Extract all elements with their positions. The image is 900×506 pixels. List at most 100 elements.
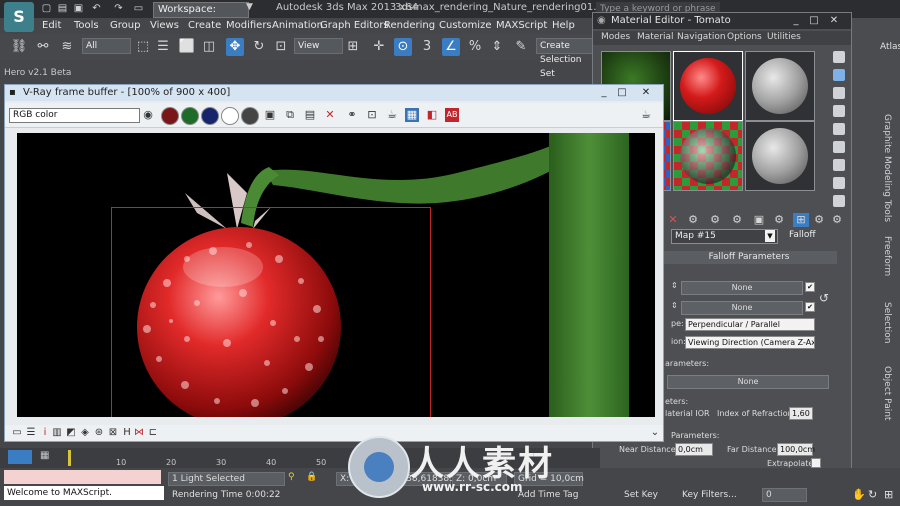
minimize-icon[interactable]: _ (789, 14, 803, 27)
render-region-box[interactable] (111, 207, 431, 417)
reset-map-icon[interactable]: ⚙ (707, 213, 723, 227)
maximize-viewport-icon[interactable]: ⊞ (884, 488, 893, 501)
window-crossing-icon[interactable]: ◫ (200, 38, 218, 56)
key-filters-button[interactable]: Key Filters... (682, 490, 737, 500)
tab-graphite-modeling-tools[interactable]: Graphite Modeling Tools (882, 114, 892, 222)
orbit-icon[interactable]: ↻ (868, 488, 877, 501)
material-id-icon[interactable]: ⚙ (771, 213, 787, 227)
track-mouse-icon[interactable]: ⚭ (345, 108, 359, 122)
curve-icon[interactable]: ◩ (65, 427, 77, 439)
rollup-falloff-parameters[interactable]: Falloff Parameters (661, 251, 837, 264)
menu-options[interactable]: Options (727, 32, 762, 42)
render-canvas[interactable] (17, 133, 655, 417)
minimize-icon[interactable]: _ (597, 86, 611, 99)
menu-edit[interactable]: Edit (42, 20, 61, 31)
front-map-checkbox[interactable]: ✔ (805, 282, 815, 292)
keyboard-shortcut-override-icon[interactable]: ⊙ (394, 38, 412, 56)
edit-named-selection-icon[interactable]: ✎ (512, 38, 530, 56)
material-map-navigator-icon[interactable] (833, 195, 845, 207)
falloff-direction-dropdown[interactable]: Viewing Direction (Camera Z-Axis) (685, 336, 815, 349)
far-distance-input[interactable]: 100,0cm (777, 443, 815, 456)
put-to-library-icon[interactable]: ▣ (751, 213, 767, 227)
maxscript-listener-input[interactable] (4, 470, 161, 484)
undo-icon[interactable]: ↶ (90, 3, 103, 15)
blue-channel-icon[interactable] (201, 107, 219, 125)
make-preview-icon[interactable] (833, 141, 845, 153)
redo-icon[interactable]: ↷ (112, 3, 125, 15)
material-slot-6[interactable] (745, 121, 815, 191)
options-icon[interactable] (833, 159, 845, 171)
select-object-icon[interactable]: ⬚ (134, 38, 152, 56)
channel-dropdown[interactable]: RGB color (9, 108, 140, 123)
object-map-button[interactable]: None (667, 375, 829, 389)
srgb-icon[interactable]: ⊠ (107, 427, 119, 439)
swap-icon[interactable]: ↺ (819, 291, 829, 305)
teapot-render-icon[interactable]: ☕ (639, 108, 653, 122)
tab-freeform[interactable]: Freeform (882, 236, 892, 276)
map-type-button[interactable]: Falloff (789, 230, 816, 240)
menu-maxscript[interactable]: MAXScript (496, 20, 547, 31)
spinner-icon-2[interactable]: ⇕ (671, 301, 678, 310)
history-icon[interactable]: H (121, 427, 133, 439)
open-file-icon[interactable]: ▤ (56, 3, 69, 15)
rgb-channel-icon[interactable]: ◉ (141, 108, 155, 122)
menu-tools[interactable]: Tools (74, 20, 99, 31)
menu-modes[interactable]: Modes (601, 32, 630, 42)
sample-type-icon[interactable] (833, 51, 845, 63)
show-corrections-icon[interactable]: ▭ (11, 427, 23, 439)
ab-compare-icon[interactable]: AB (445, 108, 459, 122)
absolute-mode-icon[interactable]: 🔒 (306, 472, 317, 482)
green-channel-icon[interactable] (181, 107, 199, 125)
current-frame-field[interactable]: 0 (762, 488, 807, 502)
named-selection-input[interactable]: Create Selection Set (536, 38, 597, 79)
clear-image-icon[interactable]: ▤ (303, 108, 317, 122)
new-file-icon[interactable]: ▢ (40, 3, 53, 15)
save-file-icon[interactable]: ▣ (72, 3, 85, 15)
menu-customize[interactable]: Customize (439, 20, 492, 31)
workspace-dropdown[interactable]: Workspace: Default (153, 2, 249, 29)
maxscript-listener-output[interactable]: Welcome to MAXScript. (4, 486, 164, 500)
menu-material[interactable]: Material (637, 32, 674, 42)
timeline-slider-left[interactable] (8, 450, 32, 464)
ref-coord-dropdown[interactable]: View (294, 38, 343, 54)
compare-icon[interactable]: ⋈ (133, 427, 145, 439)
go-to-parent-icon[interactable]: ⚙ (811, 213, 827, 227)
save-image-icon[interactable]: ▣ (263, 108, 277, 122)
select-by-name-icon[interactable]: ☰ (154, 38, 172, 56)
pan-view-icon[interactable]: ✋ (852, 488, 866, 501)
tab-atlas[interactable]: Atlas (880, 42, 900, 52)
pixel-info-icon[interactable]: ☰ (25, 427, 37, 439)
menu-rendering[interactable]: Rendering (384, 20, 435, 31)
side-map-checkbox[interactable]: ✔ (805, 302, 815, 312)
info-icon[interactable]: i (39, 427, 51, 439)
select-manipulate-icon[interactable]: ✛ (370, 38, 388, 56)
pivot-center-icon[interactable]: ⊞ (344, 38, 362, 56)
video-color-check-icon[interactable] (833, 123, 845, 135)
map-name-field[interactable]: Map #15 (671, 229, 778, 244)
current-frame-marker[interactable] (68, 450, 71, 466)
ior-input[interactable]: 1,60 (789, 407, 813, 420)
expand-panel-icon[interactable]: ⌄ (649, 427, 661, 439)
app-logo-icon[interactable]: S (4, 2, 34, 32)
bind-space-warp-icon[interactable]: ≋ (58, 38, 76, 56)
assign-material-icon[interactable]: ⚙ (685, 213, 701, 227)
extrapolate-checkbox[interactable] (811, 458, 821, 468)
exposure-icon[interactable]: ◈ (79, 427, 91, 439)
selection-filter-dropdown[interactable]: All (82, 38, 131, 54)
lut-icon[interactable]: ⊛ (93, 427, 105, 439)
selection-region-icon[interactable]: ⬜ (178, 38, 196, 56)
tab-object-paint[interactable]: Object Paint (882, 366, 892, 420)
snaps-toggle-icon[interactable]: 3 (418, 38, 436, 56)
maximize-icon[interactable]: □ (807, 14, 821, 27)
background-icon[interactable] (833, 87, 845, 99)
add-time-tag-button[interactable]: Add Time Tag (518, 490, 578, 500)
lock-icon[interactable]: ⚲ (288, 472, 295, 482)
menu-graph-editors[interactable]: Graph Editors (320, 20, 389, 31)
delete-icon[interactable]: ✕ (665, 213, 681, 227)
map-name-dropdown-icon[interactable]: ▼ (765, 230, 775, 242)
percent-snap-icon[interactable]: % (466, 38, 484, 56)
spinner-icon[interactable]: ⇕ (671, 281, 678, 290)
menu-utilities[interactable]: Utilities (767, 32, 801, 42)
project-folder-icon[interactable]: ▭ (132, 3, 145, 15)
show-in-viewport-icon[interactable]: ⊞ (793, 213, 809, 227)
